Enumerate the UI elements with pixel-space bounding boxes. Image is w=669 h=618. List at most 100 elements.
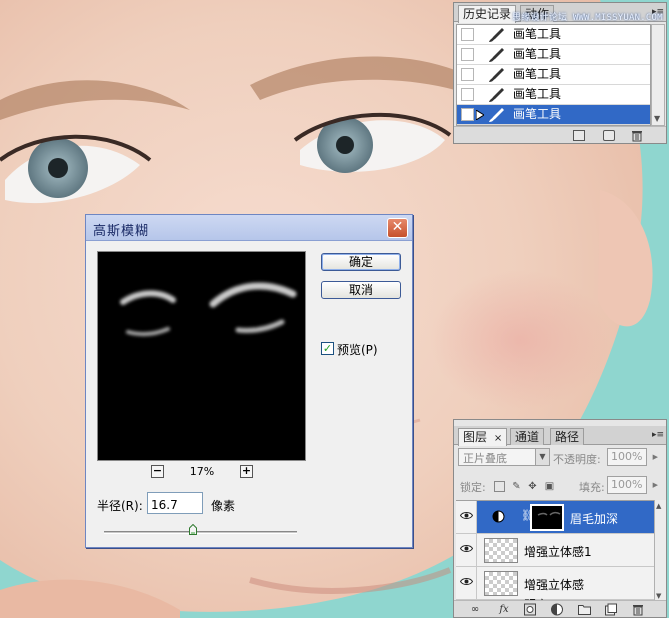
adjustment-icon[interactable] <box>551 603 563 616</box>
layer-row[interactable]: 增强立体感 <box>456 567 654 600</box>
history-source-checkbox[interactable] <box>461 88 474 101</box>
layers-list: ⛓ 眉毛加深 增强立体感1 增强立体感 明亮 <box>456 500 654 602</box>
history-panel: 历史记录 动作 ▸≡ 画笔工具 画笔工具 画笔工具 画笔工具 画笔工具 ▼ <box>453 2 667 144</box>
close-icon[interactable]: ✕ <box>387 218 408 238</box>
history-item[interactable]: 画笔工具 <box>457 45 650 65</box>
radius-slider-thumb[interactable] <box>188 524 197 535</box>
radius-unit: 像素 <box>211 499 236 513</box>
history-item-label: 画笔工具 <box>513 67 562 81</box>
history-source-checkbox[interactable] <box>461 28 474 41</box>
radius-input[interactable] <box>147 492 203 514</box>
visibility-toggle[interactable] <box>456 567 477 599</box>
fx-icon[interactable]: fx <box>496 603 512 616</box>
filter-preview[interactable] <box>97 251 306 461</box>
history-item[interactable]: 画笔工具 <box>457 65 650 85</box>
visibility-toggle[interactable] <box>456 501 477 533</box>
history-footer <box>454 126 666 143</box>
tab-paths[interactable]: 路径 <box>550 428 585 445</box>
chevron-right-icon[interactable]: ▶ <box>653 481 658 489</box>
zoom-out-button[interactable]: − <box>151 465 164 478</box>
panel-menu-icon[interactable]: ▸≡ <box>652 430 664 440</box>
history-item-label: 画笔工具 <box>513 107 562 121</box>
dialog-titlebar[interactable]: 高斯模糊 ✕ <box>86 215 412 241</box>
brush-icon <box>489 28 504 42</box>
tab-layers[interactable]: 图层 × <box>458 428 508 446</box>
layer-thumbnail <box>484 538 518 563</box>
trash-icon[interactable] <box>632 603 644 616</box>
fill-input[interactable]: 100% ▶ <box>607 476 658 494</box>
history-item-label: 画笔工具 <box>513 27 562 41</box>
eye-icon <box>460 512 473 519</box>
brush-icon <box>489 68 504 82</box>
scroll-up-icon[interactable]: ▲ <box>656 502 661 510</box>
adjustment-layer-icon <box>492 510 505 523</box>
group-icon[interactable] <box>578 603 591 616</box>
layer-mask-thumbnail[interactable] <box>530 504 564 531</box>
tab-channels[interactable]: 通道 <box>510 428 545 445</box>
blend-mode-value: 正片叠底 <box>463 452 507 465</box>
mask-icon[interactable] <box>524 603 536 616</box>
lock-label: 锁定: <box>460 481 486 494</box>
blend-mode-select[interactable]: 正片叠底 ▼ <box>458 448 550 466</box>
radius-slider-track[interactable] <box>104 531 297 534</box>
zoom-controls: − 17% + <box>97 465 306 481</box>
visibility-toggle[interactable] <box>456 534 477 566</box>
preview-image <box>120 282 297 337</box>
chevron-down-icon: ▼ <box>535 449 549 465</box>
opacity-input[interactable]: 100% ▶ <box>607 448 658 466</box>
ok-button[interactable]: 确定 <box>321 253 401 271</box>
history-source-checkbox[interactable] <box>461 48 474 61</box>
new-document-from-state-icon[interactable] <box>573 130 585 141</box>
scroll-down-icon[interactable]: ▼ <box>656 592 661 600</box>
tab-history[interactable]: 历史记录 <box>458 5 517 23</box>
lock-image-icon[interactable]: ✎ <box>511 481 522 492</box>
layers-tabbar: 图层 × 通道 路径 ▸≡ <box>454 426 666 446</box>
watermark-text: 思缘设计论坛 WWW.MISSYUAN.COM <box>512 13 663 23</box>
zoom-in-button[interactable]: + <box>240 465 253 478</box>
lock-position-icon[interactable]: ✥ <box>527 481 538 492</box>
history-item-label: 画笔工具 <box>513 47 562 61</box>
layer-name: 眉毛加深 <box>570 512 619 526</box>
radius-label: 半径(R): <box>97 499 143 513</box>
layers-scrollbar[interactable]: ▲ ▼ <box>654 500 666 602</box>
cancel-button[interactable]: 取消 <box>321 281 401 299</box>
opacity-label: 不透明度: <box>553 453 601 466</box>
scroll-down-icon[interactable]: ▼ <box>654 114 660 123</box>
brush-icon <box>489 108 504 122</box>
layers-footer: ∞ fx <box>454 600 666 617</box>
preview-checkbox-label[interactable]: 预览(P) <box>337 341 378 358</box>
history-item-label: 画笔工具 <box>513 87 562 101</box>
layer-row-selected[interactable]: ⛓ 眉毛加深 <box>456 501 654 534</box>
zoom-value: 17% <box>189 465 215 478</box>
eye-icon <box>460 578 473 585</box>
history-source-checkbox[interactable] <box>461 68 474 81</box>
new-layer-icon[interactable] <box>605 603 617 616</box>
history-item[interactable]: 画笔工具 <box>457 85 650 105</box>
gaussian-blur-dialog: 高斯模糊 ✕ − 17% + 确定 取消 ✓ 预览(P) 半径(R): 16.7… <box>85 214 413 548</box>
layer-name: 增强立体感1 <box>524 545 592 559</box>
fill-label: 填充: <box>579 481 605 494</box>
fill-value: 100% <box>611 478 643 491</box>
layer-thumbnail <box>484 571 518 596</box>
history-source-checkbox[interactable] <box>461 108 474 121</box>
current-state-marker-icon <box>476 110 484 120</box>
lock-all-icon[interactable]: ▣ <box>544 481 555 492</box>
link-icon[interactable]: ∞ <box>466 603 484 616</box>
history-scrollbar[interactable]: ▼ <box>651 24 665 126</box>
chevron-right-icon[interactable]: ▶ <box>653 453 658 461</box>
brush-icon <box>489 48 504 62</box>
trash-icon[interactable] <box>631 129 643 142</box>
tab-close-icon[interactable]: × <box>494 433 502 444</box>
lock-transparent-icon[interactable] <box>494 481 505 492</box>
preview-checkbox[interactable]: ✓ <box>321 342 334 355</box>
history-list: 画笔工具 画笔工具 画笔工具 画笔工具 画笔工具 <box>456 24 651 126</box>
dialog-title: 高斯模糊 <box>93 224 150 239</box>
tab-layers-label: 图层 <box>463 430 488 444</box>
layers-panel: 图层 × 通道 路径 ▸≡ 正片叠底 ▼ 不透明度: 100% ▶ 锁定: ✎ … <box>453 419 667 618</box>
snapshot-icon[interactable] <box>603 130 615 141</box>
layer-row[interactable]: 增强立体感1 <box>456 534 654 567</box>
layer-name: 增强立体感 <box>524 578 585 592</box>
history-item[interactable]: 画笔工具 <box>457 25 650 45</box>
brush-icon <box>489 88 504 102</box>
history-item-selected[interactable]: 画笔工具 <box>457 105 650 125</box>
